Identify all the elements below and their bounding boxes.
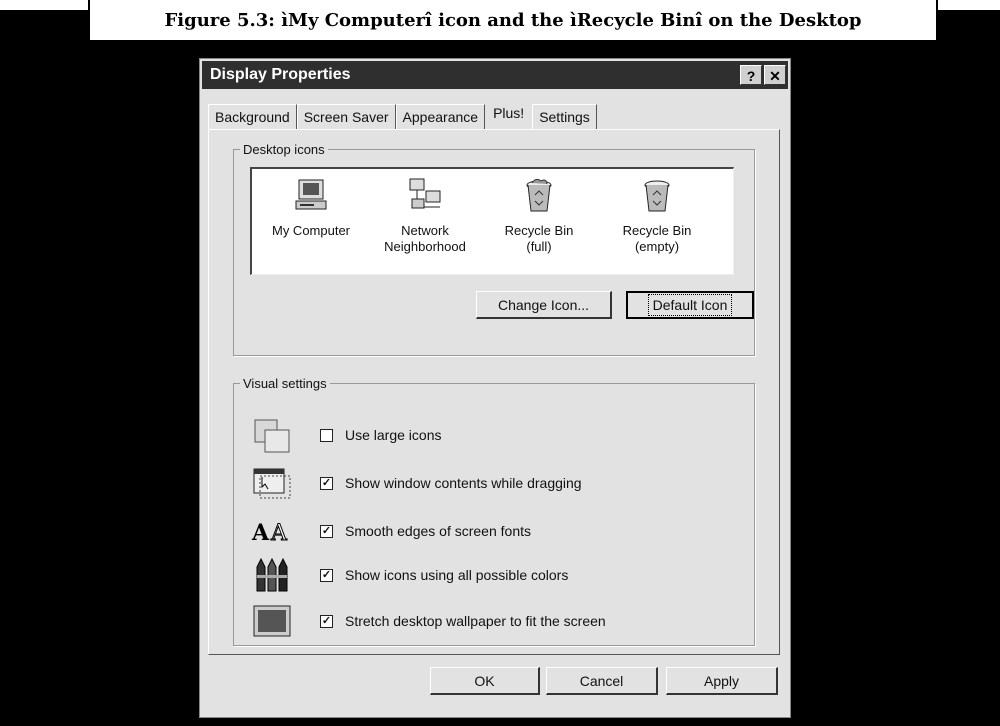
desktop-icon-recycle-bin-full[interactable]: Recycle Bin (full)	[484, 177, 594, 255]
setting-smooth-fonts: AA ✓ Smooth edges of screen fonts	[250, 511, 740, 551]
visual-settings-label: Visual settings	[243, 376, 327, 391]
show-window-contents-label: Show window contents while dragging	[345, 475, 582, 491]
icon-label-line2: (empty)	[634, 239, 680, 254]
icon-label-line1: Network	[401, 223, 449, 238]
setting-all-colors: ✓ Show icons using all possible colors	[250, 555, 740, 595]
smooth-fonts-checkbox[interactable]: ✓	[320, 524, 333, 538]
icon-label-line2: Neighborhood	[384, 239, 466, 254]
desktop-icon-recycle-bin-empty[interactable]: Recycle Bin (empty)	[602, 177, 712, 255]
svg-text:A: A	[270, 521, 288, 546]
recycle-bin-full-icon	[526, 178, 552, 212]
tab-appearance[interactable]: Appearance	[395, 104, 486, 129]
tab-plus[interactable]: Plus!	[485, 103, 533, 129]
tab-background[interactable]: Background	[208, 104, 297, 129]
change-icon-button[interactable]: Change Icon...	[476, 291, 612, 319]
icon-label: My Computer	[271, 223, 351, 238]
cancel-button[interactable]: Cancel	[546, 667, 658, 695]
display-properties-dialog: Display Properties ? ✕ Background Screen…	[199, 58, 791, 718]
plus-tab-panel: Desktop icons My Computer Network Neighb…	[208, 129, 780, 655]
desktop-icon-my-computer[interactable]: My Computer	[256, 177, 366, 239]
svg-text:A: A	[251, 520, 270, 546]
icon-label-line2: (full)	[526, 239, 552, 254]
desktop-icons-group: Desktop icons My Computer Network Neighb…	[233, 142, 755, 356]
desktop-icon-network-neighborhood[interactable]: Network Neighborhood	[370, 177, 480, 255]
figure-caption: Figure 5.3: ìMy Computerî icon and the ì…	[88, 0, 938, 42]
tab-settings[interactable]: Settings	[532, 104, 597, 129]
font-smoothing-icon: AA	[250, 511, 294, 551]
icon-label-line1: Recycle Bin	[622, 223, 692, 238]
ok-button[interactable]: OK	[430, 667, 540, 695]
default-icon-button-label: Default Icon	[647, 294, 733, 316]
all-colors-checkbox[interactable]: ✓	[320, 568, 333, 582]
recycle-bin-empty-icon	[644, 180, 670, 212]
default-icon-button[interactable]: Default Icon	[626, 291, 754, 319]
title-bar[interactable]: Display Properties ? ✕	[202, 61, 788, 89]
help-button[interactable]: ?	[740, 65, 762, 85]
setting-use-large-icons: Use large icons	[250, 415, 740, 455]
stretch-wallpaper-label: Stretch desktop wallpaper to fit the scr…	[345, 613, 606, 629]
stretch-wallpaper-checkbox[interactable]: ✓	[320, 614, 333, 628]
use-large-icons-label: Use large icons	[345, 427, 442, 443]
apply-button[interactable]: Apply	[666, 667, 778, 695]
large-icons-icon	[250, 415, 294, 455]
desktop-icons-list[interactable]: My Computer Network Neighborhood Recycle…	[250, 167, 734, 275]
show-window-contents-checkbox[interactable]: ✓	[320, 476, 333, 490]
icon-label-line1: Recycle Bin	[504, 223, 574, 238]
tab-screen-saver[interactable]: Screen Saver	[296, 104, 396, 129]
desktop-icons-label: Desktop icons	[243, 142, 325, 157]
all-colors-label: Show icons using all possible colors	[345, 567, 569, 583]
smooth-fonts-label: Smooth edges of screen fonts	[345, 523, 531, 539]
dialog-title: Display Properties	[210, 66, 351, 83]
use-large-icons-checkbox[interactable]	[320, 428, 333, 442]
my-computer-icon	[295, 179, 327, 210]
close-button[interactable]: ✕	[764, 65, 786, 85]
setting-show-window-contents: ✓ Show window contents while dragging	[250, 463, 740, 503]
window-drag-icon	[250, 463, 294, 503]
setting-stretch-wallpaper: ✓ Stretch desktop wallpaper to fit the s…	[250, 601, 740, 641]
tab-strip: Background Screen Saver Appearance Plus!…	[208, 101, 597, 129]
crayons-icon	[250, 555, 294, 595]
wallpaper-stretch-icon	[250, 601, 294, 641]
network-neighborhood-icon	[409, 178, 441, 209]
visual-settings-group: Visual settings Use large icons ✓ Show w…	[233, 376, 755, 646]
